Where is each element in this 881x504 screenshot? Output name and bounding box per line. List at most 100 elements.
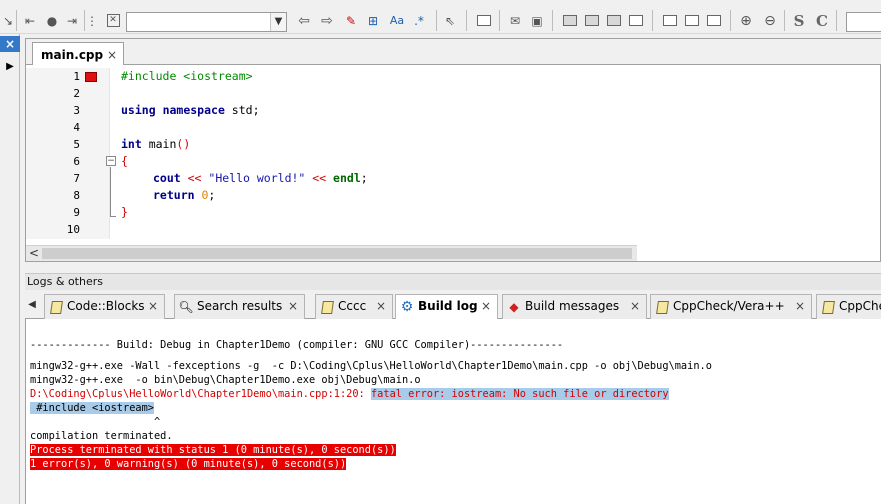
code-line-8[interactable]: return 0; (153, 187, 215, 204)
match-case-label: Aa (389, 14, 405, 27)
block-icon[interactable] (474, 11, 494, 30)
c-font-label: C (816, 11, 828, 30)
code-line-7[interactable]: cout << "Hello world!" << endl; (153, 170, 368, 187)
instruction-icon[interactable] (560, 11, 580, 30)
loop-icon[interactable] (604, 11, 624, 30)
code-line-9[interactable]: } (121, 204, 128, 221)
highlight-pen-icon[interactable]: ✎ (342, 11, 360, 30)
tab-search-results[interactable]: 🔍︎ Search results × (174, 294, 305, 319)
close-icon[interactable]: × (376, 295, 386, 318)
error-marker-icon[interactable] (85, 72, 97, 82)
s-font-label: S (793, 11, 805, 30)
tab-main-cpp-label: main.cpp (41, 48, 104, 62)
operator: << (180, 171, 209, 185)
log-line: ------------- Build: Debug in Chapter1De… (30, 339, 564, 351)
log-line: 1 error(s), 0 warning(s) (0 minute(s), 0… (30, 457, 347, 471)
code-line-6[interactable]: { (121, 153, 128, 170)
close-icon[interactable]: × (795, 295, 805, 318)
toolbar-grip-icon: ⋮ (86, 13, 98, 28)
fold-toggle-icon[interactable]: − (106, 156, 116, 166)
tab-label: CppCheck/Vera++ (673, 299, 785, 313)
s-font-icon[interactable]: S (790, 11, 808, 30)
pointer-icon[interactable]: ↘ (2, 11, 14, 30)
tab-build-messages[interactable]: ◆ Build messages × (502, 294, 647, 319)
continue-icon[interactable] (682, 11, 702, 30)
chevron-down-icon[interactable]: ▼ (270, 13, 286, 31)
logs-panel-title: Logs & others (25, 273, 881, 290)
expand-arrow-icon[interactable]: ▶ (0, 59, 20, 75)
zoom-in-icon[interactable]: ⊕ (736, 11, 756, 30)
management-strip: × ▶ (0, 34, 20, 504)
regex-icon[interactable]: .* (410, 11, 428, 30)
main-toolbar: ↘ ⇤ ● ⇥ ⋮ ✕ ▼ ⇦ ⇨ ✎ ⊞ Aa .* ⇖ ✉ ▣ ⊕ ⊖ S … (0, 0, 881, 34)
operator: << (305, 171, 334, 185)
keyword: return (153, 188, 195, 202)
scroll-thumb[interactable] (42, 248, 632, 259)
bookmark-dot-icon[interactable]: ● (44, 11, 60, 30)
instruction-frame (563, 15, 577, 26)
break-icon[interactable] (660, 11, 680, 30)
close-icon[interactable]: × (107, 48, 117, 62)
gear-icon: ⚙ (400, 298, 414, 315)
pencil-icon (655, 300, 669, 314)
build-log-output[interactable]: ------------- Build: Debug in Chapter1De… (25, 319, 881, 504)
error-path: D:\Coding\Cplus\HelloWorld\Chapter1Demo\… (30, 388, 371, 400)
find-combobox[interactable]: ▼ (126, 12, 287, 32)
line-number: 2 (73, 87, 80, 100)
log-line: ^ (30, 416, 161, 428)
close-icon[interactable]: × (481, 295, 491, 318)
code-line-5[interactable]: int main() (121, 136, 190, 153)
close-icon[interactable]: × (0, 36, 20, 52)
zoom-out-icon[interactable]: ⊖ (760, 11, 780, 30)
keyword: int (121, 137, 142, 151)
envelope-icon[interactable]: ✉ (506, 11, 524, 30)
find-next-icon[interactable]: ⇨ (318, 11, 336, 30)
code-line-3[interactable]: using namespace std; (121, 102, 260, 119)
find-previous-icon[interactable]: ⇦ (295, 11, 313, 30)
tab-build-log[interactable]: ⚙ Build log × (395, 294, 498, 320)
tab-label: Build log (418, 299, 478, 313)
log-line: compilation terminated. (30, 430, 173, 442)
process-status: Process terminated with status 1 (0 minu… (30, 444, 396, 456)
tab-codeblocks[interactable]: Code::Blocks × (44, 294, 165, 319)
next-bookmark-icon[interactable]: ⇥ (64, 11, 80, 30)
tab-label: Search results (197, 299, 283, 313)
line-number: 5 (73, 138, 80, 151)
logs-tabbar: ◀ Code::Blocks × 🔍︎ Search results × Ccc… (25, 291, 881, 320)
clear-find-icon[interactable]: ✕ (105, 11, 121, 30)
tab-main-cpp[interactable]: main.cpp × (32, 42, 124, 65)
line-number-gutter[interactable]: 1 2 3 4 5 6 7 8 9 10 (26, 68, 110, 239)
first-bookmark-icon[interactable]: ⇤ (22, 11, 38, 30)
match-case-icon[interactable]: Aa (386, 11, 408, 30)
close-icon[interactable]: × (148, 295, 158, 318)
pencil-icon (821, 300, 835, 314)
if-icon[interactable] (582, 11, 602, 30)
code-line-1[interactable]: #include <iostream> (121, 68, 253, 85)
tab-cppcheck[interactable]: CppChe (816, 294, 881, 319)
close-icon[interactable]: × (288, 295, 298, 318)
log-line: Process terminated with status 1 (0 minu… (30, 443, 396, 457)
pencil-icon (320, 300, 334, 314)
tab-scroll-left-icon[interactable]: ◀ (25, 299, 39, 310)
log-line: #include <iostream> (30, 401, 154, 415)
identifier: endl (333, 171, 361, 185)
tab-label: Build messages (525, 299, 620, 313)
scroll-left-icon[interactable]: < (29, 246, 39, 261)
keyword: namespace (162, 103, 225, 117)
select-pointer-icon[interactable]: ⇖ (442, 11, 458, 30)
close-icon[interactable]: × (630, 295, 640, 318)
switch-icon[interactable] (626, 11, 646, 30)
log-line: mingw32-g++.exe -Wall -fexceptions -g -c… (30, 360, 712, 372)
tab-label: Cccc (338, 299, 367, 313)
right-toolbar-input[interactable] (846, 12, 881, 32)
operator: () (176, 137, 191, 151)
c-font-icon[interactable]: C (813, 11, 831, 30)
horizontal-scrollbar[interactable]: < (26, 245, 637, 261)
block-frame (477, 15, 491, 26)
selected-text-icon[interactable]: ⊞ (364, 11, 382, 30)
note-icon[interactable]: ▣ (528, 11, 546, 30)
tab-cppcheck-vera[interactable]: CppCheck/Vera++ × (650, 294, 812, 319)
tab-cccc[interactable]: Cccc × (315, 294, 393, 319)
return-icon[interactable] (704, 11, 724, 30)
string-literal: "Hello world!" (208, 171, 306, 185)
